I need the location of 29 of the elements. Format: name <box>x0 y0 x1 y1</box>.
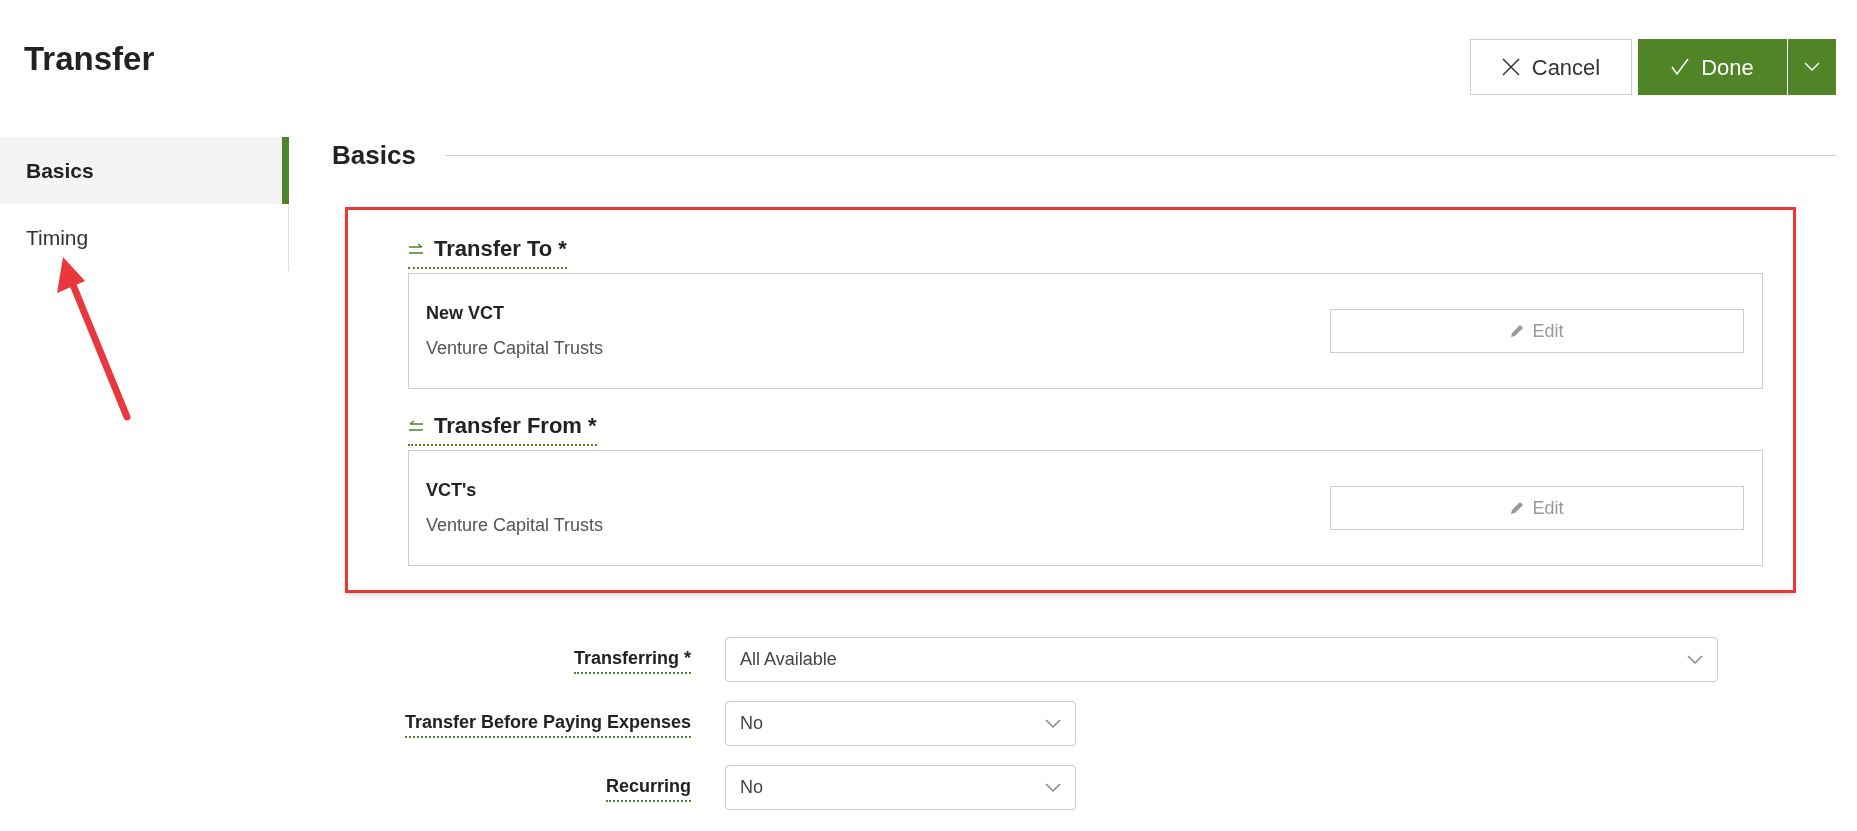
account-type: Venture Capital Trusts <box>426 337 604 360</box>
arrow-right-icon <box>408 242 424 255</box>
pencil-icon <box>1510 501 1525 515</box>
field-label: Recurring <box>605 773 691 802</box>
cancel-button[interactable]: Cancel <box>1470 39 1632 95</box>
close-icon <box>1501 58 1520 76</box>
pencil-icon <box>1510 324 1525 338</box>
sidebar-item[interactable]: Timing <box>0 204 288 271</box>
transfer-label: Transfer From * <box>434 412 597 440</box>
account-type: Venture Capital Trusts <box>426 514 604 537</box>
account-name: New VCT <box>426 302 505 325</box>
chevron-down-icon <box>1045 718 1061 729</box>
arrow-left-icon <box>408 419 424 432</box>
field-label: Transferring * <box>573 645 691 674</box>
chevron-down-icon <box>1804 62 1820 72</box>
select-field[interactable]: All Available <box>725 637 1718 682</box>
done-button[interactable]: Done <box>1638 39 1787 95</box>
chevron-down-icon <box>1045 782 1061 793</box>
checkmark-icon <box>1671 58 1690 76</box>
sidebar-item[interactable]: Basics <box>0 137 289 204</box>
select-field[interactable]: No <box>725 765 1076 810</box>
dropdown-button[interactable] <box>1788 39 1836 95</box>
field-label: Transfer Before Paying Expenses <box>404 709 691 738</box>
account-name: VCT's <box>426 479 478 502</box>
select-field[interactable]: No <box>725 701 1076 746</box>
transfer-label: Transfer To * <box>434 235 567 263</box>
chevron-down-icon <box>1687 654 1703 665</box>
page-title: Transfer <box>24 42 155 75</box>
section-title: Basics <box>332 138 416 172</box>
